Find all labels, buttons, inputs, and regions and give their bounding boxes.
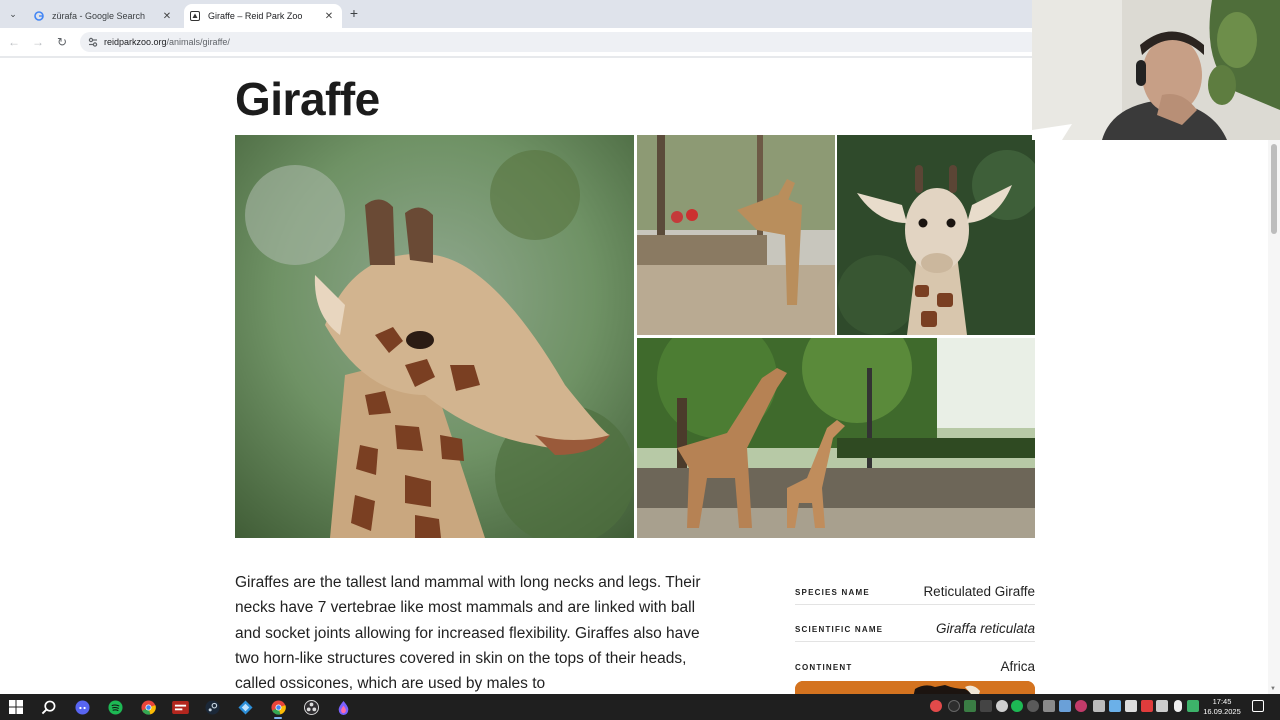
windows-start-icon[interactable] <box>6 697 26 717</box>
giraffe-head-photo[interactable] <box>235 135 634 538</box>
webcam-overlay <box>1032 0 1280 140</box>
steam-icon[interactable] <box>202 697 222 717</box>
fact-value: Africa <box>1000 659 1035 674</box>
chrome-active-icon[interactable] <box>268 697 288 719</box>
web-page: Giraffe Giraffes are the tallest land ma… <box>0 58 1272 694</box>
giraffe-face-photo[interactable] <box>837 135 1035 335</box>
game-launcher-icon[interactable] <box>235 697 255 717</box>
browser-toolbar: ← → ↻ reidparkzoo.org/animals/giraffe/ <box>0 28 1040 56</box>
tray-record-icon[interactable] <box>1141 700 1153 712</box>
google-icon <box>34 11 44 21</box>
page-scrollbar[interactable]: ▼ <box>1268 140 1280 694</box>
url-text[interactable]: reidparkzoo.org/animals/giraffe/ <box>104 37 230 47</box>
tray-folder-icon[interactable] <box>1125 700 1137 712</box>
scrollbar-thumb[interactable] <box>1271 144 1277 234</box>
steam-tray-icon[interactable] <box>1027 700 1039 712</box>
onedrive-icon[interactable] <box>996 700 1008 712</box>
fact-scientific-name: SCIENTIFIC NAME Giraffa reticulata <box>795 605 1035 642</box>
two-giraffes-photo[interactable] <box>637 338 1035 538</box>
fact-list: SPECIES NAME Reticulated Giraffe SCIENTI… <box>795 568 1035 679</box>
fact-continent: CONTINENT Africa <box>795 642 1035 679</box>
brave-icon[interactable] <box>930 700 942 712</box>
volume-icon[interactable] <box>1156 700 1168 712</box>
microphone-icon[interactable] <box>1174 700 1182 712</box>
fact-value: Giraffa reticulata <box>935 621 1035 636</box>
tab-giraffe[interactable]: Giraffe – Reid Park Zoo ✕ <box>184 4 342 28</box>
spotify-icon[interactable] <box>105 697 125 717</box>
tray-app-icon[interactable] <box>948 700 960 712</box>
webcam-person-image <box>1032 0 1280 140</box>
search-icon[interactable] <box>38 697 58 717</box>
fact-label: SCIENTIFIC NAME <box>795 625 884 634</box>
continent-map-card <box>795 681 1035 694</box>
address-bar[interactable]: reidparkzoo.org/animals/giraffe/ <box>80 32 1040 52</box>
nvidia-icon[interactable] <box>964 700 976 712</box>
spotify-tray-icon[interactable] <box>1011 700 1023 712</box>
system-clock[interactable]: 17:45 16.09.2025 <box>1200 697 1244 717</box>
giraffe-enclosure-photo[interactable] <box>637 135 835 335</box>
scroll-down-icon[interactable]: ▼ <box>1270 686 1276 692</box>
plus-icon[interactable]: + <box>346 5 362 21</box>
fact-label: SPECIES NAME <box>795 588 870 597</box>
discord-icon[interactable] <box>72 697 92 717</box>
page-title: Giraffe <box>235 73 380 125</box>
tab-strip: ⌄ zürafa - Google Search ✕ Giraffe – Rei… <box>0 0 1032 28</box>
close-icon[interactable]: ✕ <box>322 11 336 22</box>
zoo-favicon-icon <box>190 11 200 21</box>
chevron-down-icon[interactable]: ⌄ <box>4 5 22 23</box>
security-icon[interactable] <box>1187 700 1199 712</box>
tab-google-search[interactable]: zürafa - Google Search ✕ <box>28 4 180 28</box>
tab-title: Giraffe – Reid Park Zoo <box>208 11 303 21</box>
reload-icon[interactable]: ↻ <box>54 34 70 50</box>
close-icon[interactable]: ✕ <box>160 11 174 22</box>
forward-arrow-icon[interactable]: → <box>30 34 46 50</box>
tray-pen-icon[interactable] <box>1059 700 1071 712</box>
app-droplet-icon[interactable] <box>333 697 353 717</box>
fact-label: CONTINENT <box>795 663 853 672</box>
chrome-icon[interactable] <box>138 697 158 717</box>
taskbar: 17:45 16.09.2025 <box>0 694 1280 720</box>
media-app-icon[interactable] <box>170 697 190 717</box>
tab-title: zürafa - Google Search <box>52 11 146 21</box>
fact-value: Reticulated Giraffe <box>923 584 1035 599</box>
tray-app-pink-icon[interactable] <box>1075 700 1087 712</box>
intro-paragraph: Giraffes are the tallest land mammal wit… <box>235 574 701 693</box>
tray-monitor-icon[interactable] <box>980 700 992 712</box>
site-info-icon[interactable] <box>86 35 100 49</box>
africa-map-image <box>795 681 1035 694</box>
network-icon[interactable] <box>1093 700 1105 712</box>
back-arrow-icon[interactable]: ← <box>6 34 22 50</box>
obs-icon[interactable] <box>301 697 321 717</box>
tray-send-icon[interactable] <box>1109 700 1121 712</box>
clock-time: 17:45 <box>1212 697 1232 706</box>
notification-icon[interactable] <box>1252 700 1264 712</box>
tray-keyboard-icon[interactable] <box>1043 700 1055 712</box>
fact-species-name: SPECIES NAME Reticulated Giraffe <box>795 568 1035 605</box>
clock-date: 16.09.2025 <box>1203 707 1241 716</box>
